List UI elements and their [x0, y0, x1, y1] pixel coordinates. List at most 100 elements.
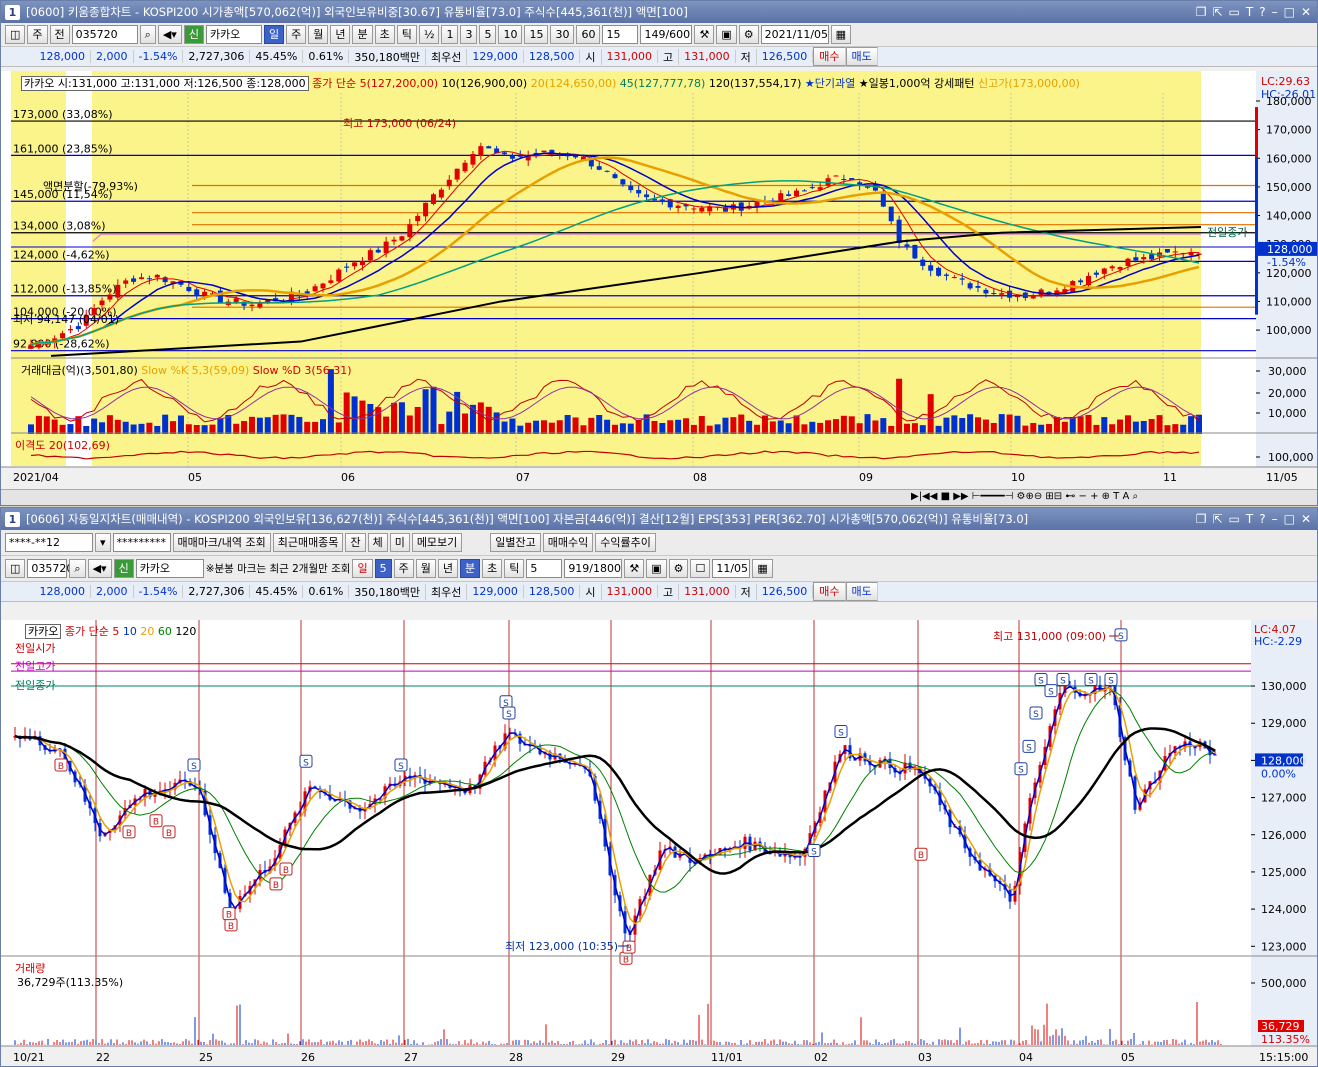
code-input-2[interactable]: 035720	[27, 559, 73, 578]
count-input[interactable]: 149/600	[640, 25, 693, 44]
tick-value[interactable]: 15	[602, 25, 639, 44]
calendar-icon[interactable]: ▦	[830, 25, 852, 44]
help-icon[interactable]: ?	[1259, 5, 1265, 19]
pin-icon[interactable]: ⇱	[1212, 5, 1222, 19]
help-icon-2[interactable]: ?	[1259, 512, 1265, 526]
search-icon[interactable]: ⌕	[139, 25, 156, 44]
hc-label: HC:-26.01	[1261, 88, 1317, 101]
daily-chart-area[interactable]: 173,000 (33,08%) 161,000 (23,85%) 145,000 …	[1, 71, 1317, 489]
open-label-2: 시	[580, 583, 602, 600]
max-icon[interactable]: □	[1284, 5, 1295, 19]
gear-icon-2[interactable]: ⚙	[668, 559, 689, 578]
minimize-icon-2[interactable]: ▭	[1229, 512, 1240, 526]
candle-body	[99, 300, 105, 306]
candle-body	[1014, 296, 1020, 298]
restore-icon-2[interactable]: ❐	[1196, 512, 1207, 526]
recent-trade-button[interactable]: 최근매매종목	[272, 533, 344, 552]
minimize-icon[interactable]: ▭	[1229, 5, 1240, 19]
period-select[interactable]: 주	[27, 25, 48, 44]
tick-30[interactable]: 30	[550, 25, 575, 44]
tools-icon[interactable]: ⚒	[694, 25, 715, 44]
gear-icon[interactable]: ⚙	[738, 25, 759, 44]
candle-body	[983, 289, 989, 294]
title-bar-2[interactable]: 1 [0606] 자동일지차트(매매내역) - KOSPI200 외국인보유[1…	[1, 508, 1317, 530]
text-icon-2[interactable]: T	[1246, 512, 1253, 526]
period-month[interactable]: 월	[308, 25, 329, 44]
tick-10[interactable]: 10	[498, 25, 523, 44]
day-count[interactable]: 5	[374, 559, 392, 578]
candle-body	[904, 244, 910, 247]
day-button[interactable]: 일	[352, 559, 373, 578]
volume-bar	[667, 420, 674, 434]
calendar-icon-2[interactable]: ▦	[752, 559, 773, 578]
ratio-1-2: 45.45%	[250, 585, 304, 598]
tools-icon-2[interactable]: ⚒	[624, 559, 645, 578]
volume-bar	[359, 400, 366, 434]
scroll-controls-icon[interactable]: ▶|◀◀ ■ ▶▶ ⊢━━━━⊣ ⚙⊕⊖ ⊞⊟ ⊷ − + ⊕ T A ⌕	[911, 491, 1138, 502]
min-icon-2[interactable]: –	[1272, 512, 1278, 526]
balance-button[interactable]: 잔	[345, 533, 366, 552]
tick-5[interactable]: 5	[479, 25, 497, 44]
period-second[interactable]: 초	[374, 25, 395, 44]
tick-3[interactable]: 3	[460, 25, 478, 44]
minute-value[interactable]: 5	[526, 559, 563, 578]
prev-button[interactable]: 전	[49, 25, 70, 44]
buy-button-2[interactable]: 매수	[813, 582, 846, 601]
period-tick[interactable]: 틱	[396, 25, 417, 44]
period-minute-2[interactable]: 분	[459, 559, 481, 578]
fraction-icon[interactable]: ½	[418, 25, 440, 44]
count-input-2[interactable]: 919/1800	[564, 559, 623, 578]
account-input[interactable]: ****-**12	[5, 533, 93, 552]
period-month-2[interactable]: 월	[415, 559, 436, 578]
tick-15[interactable]: 15	[524, 25, 549, 44]
stock-name-2[interactable]: 카카오	[135, 559, 204, 578]
period-year-2[interactable]: 년	[437, 559, 458, 578]
layout-icon-2[interactable]: ◫	[5, 559, 26, 578]
scroll-bar[interactable]: ▶|◀◀ ■ ▶▶ ⊢━━━━⊣ ⚙⊕⊖ ⊞⊟ ⊷ − + ⊕ T A ⌕	[1, 489, 1317, 505]
search-icon-2[interactable]: ⌕	[69, 559, 86, 578]
code-input[interactable]: 035720	[71, 25, 138, 44]
trade-mark-button[interactable]: 매매마크/내역 조회	[172, 533, 271, 552]
period-week[interactable]: 주	[286, 25, 307, 44]
max-icon-2[interactable]: □	[1284, 512, 1295, 526]
stock-name[interactable]: 카카오	[205, 25, 262, 44]
title-bar[interactable]: 1 [0600] 키움종합차트 - KOSPI200 시가총액[570,062(…	[1, 1, 1317, 23]
text-icon[interactable]: T	[1246, 5, 1253, 19]
period-second-2[interactable]: 초	[482, 559, 503, 578]
close-icon-2[interactable]: ✕	[1301, 512, 1311, 526]
unfilled-button[interactable]: 미	[389, 533, 410, 552]
period-day[interactable]: 일	[263, 25, 285, 44]
best-label-2: 최우선	[426, 583, 468, 600]
return-trend-button[interactable]: 수익률추이	[595, 533, 656, 552]
password-input[interactable]: *********	[112, 533, 171, 552]
period-tick-2[interactable]: 틱	[504, 559, 525, 578]
tick-1[interactable]: 1	[441, 25, 459, 44]
period-year[interactable]: 년	[330, 25, 351, 44]
speaker-icon[interactable]: ◀▾	[157, 25, 182, 44]
period-week-2[interactable]: 주	[393, 559, 414, 578]
account-dropdown-icon[interactable]: ▾	[95, 533, 111, 552]
checkbox-icon[interactable]: ☐	[690, 559, 711, 578]
pin-icon-2[interactable]: ⇱	[1212, 512, 1222, 526]
date-input-2[interactable]: 11/05	[712, 559, 751, 578]
sell-button-2[interactable]: 매도	[845, 582, 878, 601]
y-tick-label: 170,000	[1266, 124, 1312, 137]
save-icon-2[interactable]: ▣	[646, 559, 667, 578]
speaker-icon-2[interactable]: ◀▾	[87, 559, 112, 578]
buy-button[interactable]: 매수	[813, 47, 846, 66]
min-icon[interactable]: –	[1272, 5, 1278, 19]
period-minute[interactable]: 분	[352, 25, 373, 44]
memo-button[interactable]: 메모보기	[411, 533, 463, 552]
close-icon[interactable]: ✕	[1301, 5, 1311, 19]
layout-icon[interactable]: ◫	[5, 25, 26, 44]
tick-60[interactable]: 60	[576, 25, 601, 44]
trade-profit-button[interactable]: 매매수익	[542, 533, 594, 552]
date-input[interactable]: 2021/11/05	[760, 25, 829, 44]
daily-balance-button[interactable]: 일별잔고	[490, 533, 541, 552]
volume-bar	[296, 416, 303, 434]
sell-button[interactable]: 매도	[845, 47, 878, 66]
restore-icon[interactable]: ❐	[1196, 5, 1207, 19]
filled-button[interactable]: 체	[367, 533, 388, 552]
save-icon[interactable]: ▣	[716, 25, 737, 44]
minute-chart-area[interactable]: S S S S S S S S S S S S S S S S B B B B B B B B B B B 최고 131,000 (0…	[1, 620, 1317, 1066]
